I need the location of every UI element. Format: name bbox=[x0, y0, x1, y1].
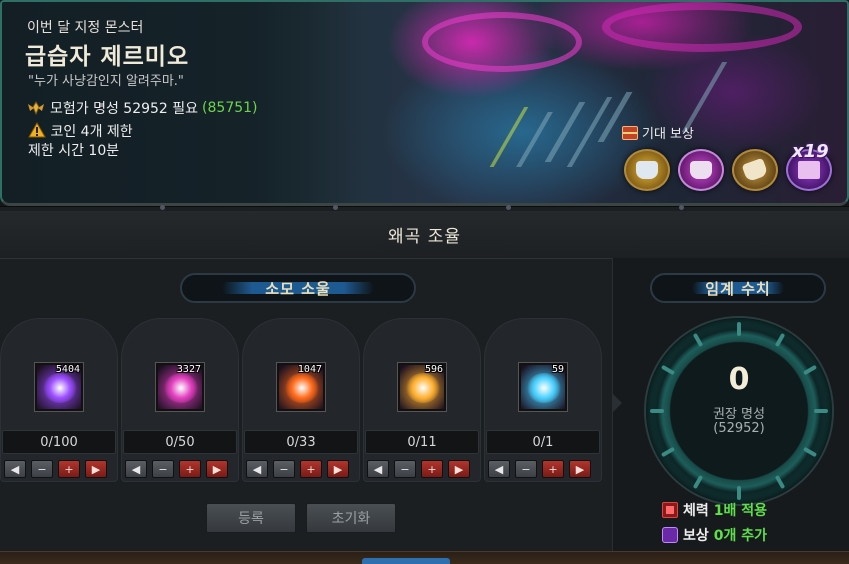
decrease-max-button[interactable]: ◀ bbox=[246, 460, 268, 478]
reward-multiplier: x19 bbox=[792, 141, 829, 162]
soul-slot: 59 0/1 ◀ − + ▶ bbox=[484, 318, 604, 488]
soul-section-title: 소모 소울 bbox=[180, 273, 416, 303]
gauge-tick bbox=[802, 446, 818, 458]
fame-requirement-text: 모험가 명성 52952 필요 bbox=[50, 101, 199, 117]
soul-stock-count: 5404 bbox=[55, 364, 80, 375]
panel-header: 왜곡 조율 bbox=[0, 211, 849, 259]
gauge-tick bbox=[660, 446, 676, 458]
soul-slot: 1047 0/33 ◀ − + ▶ bbox=[242, 318, 362, 488]
hp-bonus: 체력 1배 적용 bbox=[662, 500, 767, 520]
recommended-fame-value: (52952) bbox=[713, 421, 765, 436]
increase-button[interactable]: + bbox=[58, 460, 80, 478]
reward-bonus-icon bbox=[662, 527, 678, 543]
user-fame-value: (85751) bbox=[202, 100, 258, 116]
monster-banner: 이번 달 지정 몬스터 급습자 제르미오 "누가 사냥감인지 알려주마." 모험… bbox=[0, 0, 849, 206]
expected-reward-text: 기대 보상 bbox=[642, 127, 694, 142]
increase-button[interactable]: + bbox=[421, 460, 443, 478]
soul-stepper: ◀ − + ▶ bbox=[246, 460, 349, 478]
limits-info: 코인 4개 제한 제한 시간 10분 bbox=[28, 122, 133, 161]
gold-weapon-icon[interactable] bbox=[732, 149, 778, 191]
hp-icon bbox=[662, 502, 678, 518]
panel-arrow bbox=[612, 393, 622, 413]
gauge-tick bbox=[774, 474, 786, 490]
soul-orb-glow bbox=[43, 373, 77, 403]
expected-reward-label: 기대 보상 bbox=[622, 123, 694, 142]
reward-bonus-label: 보상 bbox=[683, 528, 709, 544]
boss-quote: "누가 사냥감인지 알려주마." bbox=[28, 74, 184, 89]
decrease-max-button[interactable]: ◀ bbox=[488, 460, 510, 478]
soul-orb-glow bbox=[406, 373, 440, 403]
decrease-max-button[interactable]: ◀ bbox=[367, 460, 389, 478]
soul-slot: 5404 0/100 ◀ − + ▶ bbox=[0, 318, 120, 488]
increase-max-button[interactable]: ▶ bbox=[448, 460, 470, 478]
soul-orb-icon[interactable]: 596 bbox=[398, 363, 446, 411]
fame-wings-icon bbox=[28, 101, 44, 116]
decrease-button[interactable]: − bbox=[515, 460, 537, 478]
soul-stock-count: 1047 bbox=[297, 364, 322, 375]
boss-name: 급습자 제르미오 bbox=[25, 44, 190, 70]
soul-orb-glow bbox=[164, 373, 198, 403]
soul-stepper: ◀ − + ▶ bbox=[488, 460, 591, 478]
register-button[interactable]: 등록 bbox=[206, 503, 296, 533]
decrease-button[interactable]: − bbox=[31, 460, 53, 478]
soul-use-count: 0/50 bbox=[123, 430, 237, 454]
soul-use-count: 0/1 bbox=[486, 430, 600, 454]
time-limit-text: 제한 시간 10분 bbox=[28, 143, 120, 159]
soul-orb-icon[interactable]: 5404 bbox=[35, 363, 83, 411]
soul-use-count: 0/33 bbox=[244, 430, 358, 454]
soul-stepper: ◀ − + ▶ bbox=[367, 460, 470, 478]
soul-orb-icon[interactable]: 1047 bbox=[277, 363, 325, 411]
reset-button[interactable]: 초기화 bbox=[306, 503, 396, 533]
increase-max-button[interactable]: ▶ bbox=[327, 460, 349, 478]
gauge-tick bbox=[737, 486, 741, 500]
soul-slot: 596 0/11 ◀ − + ▶ bbox=[363, 318, 483, 488]
soul-orb-icon[interactable]: 3327 bbox=[156, 363, 204, 411]
soul-stock-count: 596 bbox=[424, 364, 443, 375]
increase-max-button[interactable]: ▶ bbox=[569, 460, 591, 478]
decrease-button[interactable]: − bbox=[394, 460, 416, 478]
increase-button[interactable]: + bbox=[542, 460, 564, 478]
soul-slot: 3327 0/50 ◀ − + ▶ bbox=[121, 318, 241, 488]
soul-orb-glow bbox=[527, 373, 561, 403]
treasure-chest-icon bbox=[622, 125, 638, 140]
coin-limit-text: 코인 4개 제한 bbox=[50, 124, 133, 140]
soul-stock-count: 59 bbox=[551, 364, 564, 375]
reward-bonus: 보상 0개 추가 bbox=[662, 525, 767, 545]
decrease-max-button[interactable]: ◀ bbox=[125, 460, 147, 478]
hp-bonus-value: 1배 적용 bbox=[713, 503, 768, 519]
increase-button[interactable]: + bbox=[300, 460, 322, 478]
gauge-tick bbox=[737, 322, 741, 336]
soul-stepper: ◀ − + ▶ bbox=[4, 460, 107, 478]
warning-icon bbox=[28, 122, 46, 138]
gauge-tick bbox=[692, 474, 704, 490]
critical-value: 0 bbox=[728, 362, 750, 397]
panel-title: 왜곡 조율 bbox=[388, 227, 461, 247]
soul-use-count: 0/100 bbox=[2, 430, 116, 454]
critical-title: 임계 수치 bbox=[650, 273, 826, 303]
decrease-button[interactable]: − bbox=[152, 460, 174, 478]
gauge-tick bbox=[692, 332, 704, 348]
decrease-button[interactable]: − bbox=[273, 460, 295, 478]
increase-button[interactable]: + bbox=[179, 460, 201, 478]
fame-requirement: 모험가 명성 52952 필요 (85751) bbox=[26, 98, 258, 118]
critical-title-label: 임계 수치 bbox=[705, 279, 771, 298]
increase-max-button[interactable]: ▶ bbox=[85, 460, 107, 478]
increase-max-button[interactable]: ▶ bbox=[206, 460, 228, 478]
bottom-tab-indicator[interactable] bbox=[362, 558, 450, 564]
soul-use-count: 0/11 bbox=[365, 430, 479, 454]
reward-bonus-value: 0개 추가 bbox=[713, 528, 768, 544]
soul-orb-glow bbox=[285, 373, 319, 403]
banner-subtitle: 이번 달 지정 몬스터 bbox=[27, 20, 144, 36]
soul-section-label: 소모 소울 bbox=[265, 279, 331, 298]
hp-bonus-label: 체력 bbox=[683, 503, 709, 519]
recommended-fame-label: 권장 명성 bbox=[713, 407, 765, 422]
gauge-tick bbox=[774, 332, 786, 348]
soul-stepper: ◀ − + ▶ bbox=[125, 460, 228, 478]
soul-stock-count: 3327 bbox=[176, 364, 201, 375]
soul-orb-icon[interactable]: 59 bbox=[519, 363, 567, 411]
purple-armor-icon[interactable] bbox=[678, 149, 724, 191]
decrease-max-button[interactable]: ◀ bbox=[4, 460, 26, 478]
silver-armor-icon[interactable] bbox=[624, 149, 670, 191]
